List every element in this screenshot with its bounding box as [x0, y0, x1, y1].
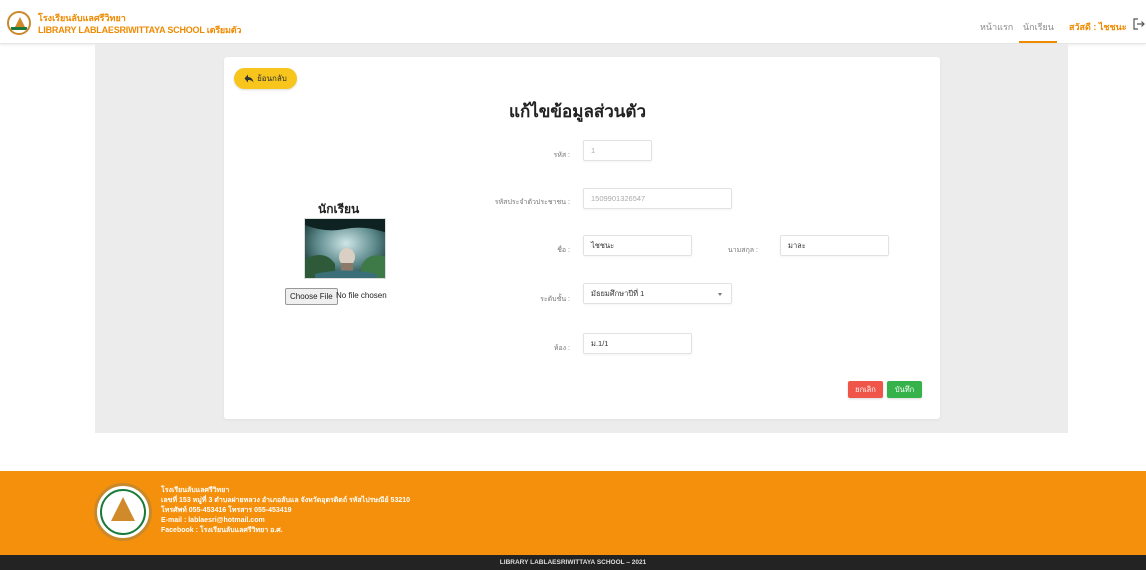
level-select-value: มัธยมศึกษาปีที่ 1	[591, 288, 645, 298]
school-logo[interactable]	[7, 11, 31, 35]
last-name-label: นามสกุล :	[727, 247, 758, 254]
room-label: ห้อง :	[553, 345, 570, 352]
copyright-text: LIBRARY LABLAESRIWITTAYA SCHOOL ‒ 2021	[499, 559, 647, 566]
first-name-field[interactable]: ไชชนะ	[583, 235, 692, 256]
nav-students[interactable]: นักเรียน	[1023, 20, 1054, 34]
footer-school-logo	[94, 483, 152, 541]
page-title: แก้ไขข้อมูลส่วนตัว	[509, 102, 647, 122]
last-name-field[interactable]: มาละ	[780, 235, 889, 256]
footer-facebook: Facebook : โรงเรียนลับแลศรีวิทยา อ.ศ.	[161, 527, 283, 534]
level-label: ระดับชั้น :	[540, 296, 570, 303]
copyright-bar: LIBRARY LABLAESRIWITTAYA SCHOOL ‒ 2021	[0, 555, 1146, 570]
footer-school-name: โรงเรียนลับแลศรีวิทยา	[161, 487, 230, 494]
photo-section-title: นักเรียน	[318, 202, 360, 216]
room-field[interactable]: ม.1/1	[583, 333, 692, 354]
choose-file-button[interactable]: Choose File	[285, 288, 338, 305]
code-label: รหัส :	[553, 152, 570, 159]
logout-icon[interactable]	[1132, 17, 1146, 31]
save-button[interactable]: บันทึก	[887, 381, 922, 398]
footer-phone: โทรศัพท์ 055-453416 โทรสาร 055-453419	[161, 507, 292, 514]
back-arrow-icon	[244, 74, 254, 83]
back-button[interactable]: ย้อนกลับ	[234, 68, 297, 89]
footer-address: เลขที่ 153 หมู่ที่ 3 ตำบลฝายหลวง อำเภอลั…	[161, 497, 411, 504]
file-status-text: No file chosen	[336, 291, 387, 300]
nav-user-greeting[interactable]: สวัสดี : ไชชนะ	[1069, 20, 1127, 34]
footer-email: E-mail : lablaesri@hotmail.com	[161, 517, 265, 524]
top-navbar: โรงเรียนลับแลศรีวิทยา LIBRARY LABLAESRIW…	[0, 0, 1146, 44]
active-nav-indicator	[1019, 41, 1057, 43]
level-select[interactable]: มัธยมศึกษาปีที่ 1	[583, 283, 732, 304]
nav-home[interactable]: หน้าแรก	[980, 20, 1013, 34]
code-field[interactable]: 1	[583, 140, 652, 161]
student-photo	[304, 218, 386, 279]
cancel-button[interactable]: ยกเลิก	[848, 381, 883, 398]
first-name-label: ชื่อ :	[557, 247, 570, 254]
national-id-field[interactable]: 1509901326547	[583, 188, 732, 209]
national-id-label: รหัสประจำตัวประชาชน :	[494, 199, 570, 206]
chevron-down-icon	[718, 293, 722, 296]
back-button-label: ย้อนกลับ	[257, 74, 287, 83]
school-name: โรงเรียนลับแลศรีวิทยา	[38, 13, 126, 23]
system-name: LIBRARY LABLAESRIWITTAYA SCHOOL เตรียมตั…	[38, 25, 242, 35]
